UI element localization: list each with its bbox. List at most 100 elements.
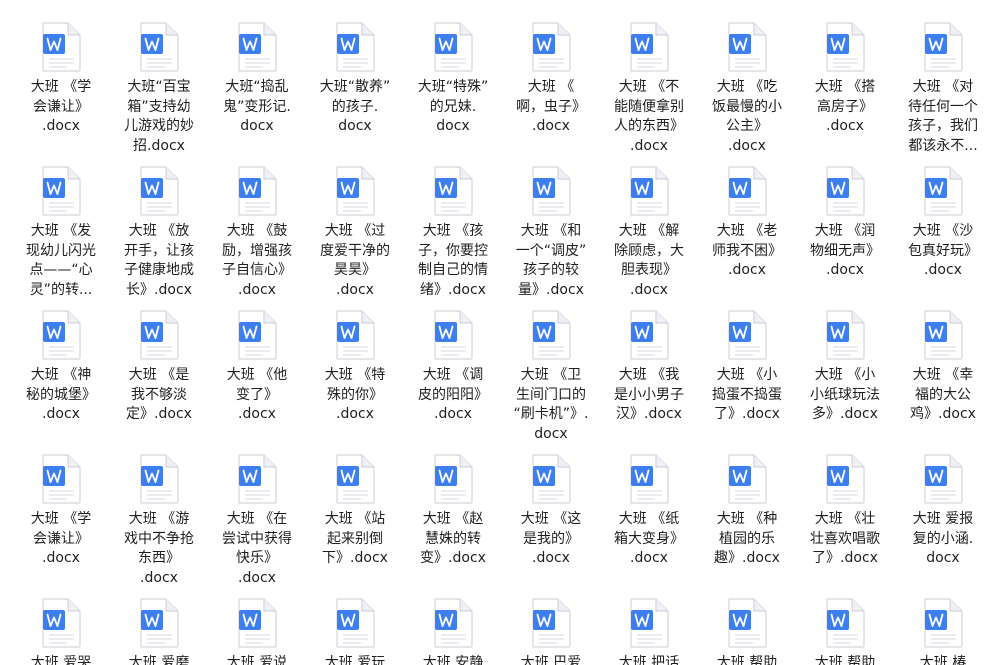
file-item[interactable]: 大班 《孩 子，你要控 制自己的情 绪》.docx	[404, 166, 502, 300]
file-item[interactable]: 大班 爱磨	[110, 598, 208, 665]
file-item[interactable]: 大班 帮助	[796, 598, 894, 665]
file-name-line: 一个“调皮”	[515, 242, 587, 259]
file-item[interactable]: 大班“特殊” 的兄妹. docx	[404, 22, 502, 137]
file-item[interactable]: 大班“捣乱 鬼”变形记. docx	[208, 22, 306, 137]
file-item[interactable]: 大班 《幸 福的大公 鸡》.docx	[894, 310, 992, 425]
file-name-line: .docx	[238, 281, 276, 298]
file-item[interactable]: 大班 《纸 箱大变身》 .docx	[600, 454, 698, 569]
file-item[interactable]: 大班 爱哭	[12, 598, 110, 665]
file-name-line: 戏中不争抢	[124, 530, 194, 547]
file-name-label: 大班 《游 戏中不争抢 东西》 .docx	[110, 510, 208, 588]
file-item[interactable]: 大班 《壮 壮喜欢唱歌 了》.docx	[796, 454, 894, 569]
file-name-line: 变》.docx	[420, 550, 486, 566]
file-name-line: 东西》	[138, 550, 180, 566]
file-item[interactable]: 大班 爱报 复的小涵. docx	[894, 454, 992, 569]
file-name-label: 大班 《孩 子，你要控 制自己的情 绪》.docx	[404, 222, 502, 300]
file-item[interactable]: 大班 《对 待任何一个 孩子，我们 都该永不...	[894, 22, 992, 156]
file-name-line: 孩子的较	[523, 262, 579, 278]
file-item[interactable]: 大班 《解 除顾虑，大 胆表现》 .docx	[600, 166, 698, 300]
file-name-line: 箱”支持幼	[127, 98, 191, 115]
file-name-line: 啊，虫子》	[516, 98, 586, 115]
file-item[interactable]: 大班 《和 一个“调皮” 孩子的较 量》.docx	[502, 166, 600, 300]
file-item[interactable]: 大班 《赵 慧姝的转 变》.docx	[404, 454, 502, 569]
file-item[interactable]: 大班 《小 捣蛋不捣蛋 了》.docx	[698, 310, 796, 425]
file-item[interactable]: 大班 《学 会谦让》 .docx	[12, 22, 110, 137]
file-name-label: 大班 《我 是小小男子 汉》.docx	[600, 366, 698, 425]
file-name-label: 大班 《站 起来别倒 下》.docx	[306, 510, 404, 569]
file-item[interactable]: 大班 《不 能随便拿别 人的东西》 .docx	[600, 22, 698, 156]
file-item[interactable]: 大班 《鼓 励，增强孩 子自信心》 .docx	[208, 166, 306, 300]
word-document-icon	[139, 22, 179, 72]
file-item[interactable]: 大班 椿	[894, 598, 992, 665]
file-item[interactable]: 大班 《搭 高房子》 .docx	[796, 22, 894, 137]
file-item[interactable]: 大班 帮助	[698, 598, 796, 665]
file-name-line: 会谦让》	[33, 530, 89, 547]
file-item[interactable]: 大班 把话	[600, 598, 698, 665]
word-document-icon	[629, 166, 669, 216]
file-item[interactable]: 大班“散养” 的孩子. docx	[306, 22, 404, 137]
file-name-line: 招.docx	[133, 137, 185, 154]
file-name-line: 大班 《在	[226, 511, 288, 527]
file-name-label: 大班 《小 小纸球玩法 多》.docx	[796, 366, 894, 425]
file-name-line: docx	[436, 118, 470, 134]
file-name-line: 大班 安静	[422, 655, 484, 665]
file-name-line: .docx	[728, 137, 766, 154]
file-item[interactable]: 大班 《调 皮的阳阳》 .docx	[404, 310, 502, 425]
file-item[interactable]: 大班 爱说	[208, 598, 306, 665]
file-name-label: 大班 《幸 福的大公 鸡》.docx	[894, 366, 992, 425]
file-item[interactable]: 大班 《这 是我的》 .docx	[502, 454, 600, 569]
file-name-line: 大班 帮助	[716, 655, 778, 665]
file-item[interactable]: 大班 《过 度爱干净的 昊昊》 .docx	[306, 166, 404, 300]
file-item[interactable]: 大班 安静	[404, 598, 502, 665]
file-item[interactable]: 大班 《他 变了》 .docx	[208, 310, 306, 425]
file-name-line: 大班“特殊”	[417, 79, 489, 95]
file-name-line: .docx	[434, 406, 472, 422]
file-item[interactable]: 大班 《站 起来别倒 下》.docx	[306, 454, 404, 569]
file-item[interactable]: 大班 《是 我不够淡 定》.docx	[110, 310, 208, 425]
file-name-label: 大班 《壮 壮喜欢唱歌 了》.docx	[796, 510, 894, 569]
file-name-line: 大班 《小	[814, 367, 876, 383]
word-document-icon	[433, 22, 473, 72]
file-name-line: 大班 《沙	[912, 223, 974, 239]
file-item[interactable]: 大班 《放 开手，让孩 子健康地成 长》.docx	[110, 166, 208, 300]
file-name-line: 长》.docx	[126, 281, 192, 298]
file-item[interactable]: 大班 《吃 饭最慢的小 公主》 .docx	[698, 22, 796, 156]
file-name-line: 大班 《孩	[422, 223, 484, 239]
file-item[interactable]: 大班“百宝 箱”支持幼 儿游戏的妙 招.docx	[110, 22, 208, 156]
file-name-line: 制自己的情	[418, 262, 488, 278]
file-name-label: 大班 爱说	[208, 654, 306, 665]
file-item[interactable]: 大班 爱玩	[306, 598, 404, 665]
file-name-line: 大班 《卫	[520, 367, 582, 383]
file-item[interactable]: 大班 《卫 生间门口的 “刷卡机”》. docx	[502, 310, 600, 444]
word-document-icon	[335, 598, 375, 648]
file-item[interactable]: 大班 《神 秘的城堡》 .docx	[12, 310, 110, 425]
file-item[interactable]: 大班 《种 植园的乐 趣》.docx	[698, 454, 796, 569]
file-name-line: .docx	[42, 406, 80, 422]
file-name-label: 大班 《不 能随便拿别 人的东西》 .docx	[600, 78, 698, 156]
file-item[interactable]: 大班 《小 小纸球玩法 多》.docx	[796, 310, 894, 425]
file-item[interactable]: 大班 《我 是小小男子 汉》.docx	[600, 310, 698, 425]
file-item[interactable]: 大班 巴爱	[502, 598, 600, 665]
file-name-line: .docx	[630, 550, 668, 566]
file-item[interactable]: 大班 《润 物细无声》 .docx	[796, 166, 894, 281]
file-item[interactable]: 大班 《游 戏中不争抢 东西》 .docx	[110, 454, 208, 588]
file-item[interactable]: 大班 《发 现幼儿闪光 点——“心 灵”的转...	[12, 166, 110, 300]
file-item[interactable]: 大班 《学 会谦让》 .docx	[12, 454, 110, 569]
file-item[interactable]: 大班 《啊，虫子》 .docx	[502, 22, 600, 137]
file-name-line: 殊的你》	[327, 386, 383, 403]
file-name-line: 大班 《神	[30, 367, 92, 383]
file-item[interactable]: 大班 《特 殊的你》 .docx	[306, 310, 404, 425]
file-name-label: 大班 《啊，虫子》 .docx	[502, 78, 600, 137]
file-name-label: 大班 《他 变了》 .docx	[208, 366, 306, 425]
file-item[interactable]: 大班 《沙 包真好玩》 .docx	[894, 166, 992, 281]
word-document-icon	[825, 22, 865, 72]
file-name-line: .docx	[826, 262, 864, 278]
word-document-icon	[41, 166, 81, 216]
word-document-icon	[139, 454, 179, 504]
file-item[interactable]: 大班 《在 尝试中获得 快乐》 .docx	[208, 454, 306, 588]
file-name-line: 胆表现》	[621, 262, 677, 278]
file-name-label: 大班 《和 一个“调皮” 孩子的较 量》.docx	[502, 222, 600, 300]
file-item[interactable]: 大班 《老 师我不困》 .docx	[698, 166, 796, 281]
file-name-line: 大班 爱玩	[324, 655, 386, 665]
file-name-line: 物细无声》	[810, 242, 880, 259]
